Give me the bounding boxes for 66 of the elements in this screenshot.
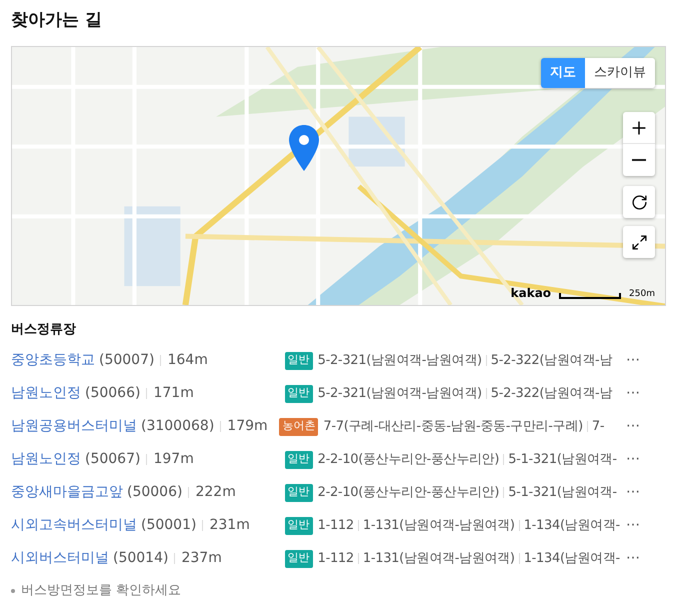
- refresh-icon: [630, 194, 648, 210]
- bus-type-badge: 일반: [284, 352, 313, 370]
- map-type-tab[interactable]: 스카이뷰: [585, 58, 655, 88]
- bus-type-badge: 일반: [284, 516, 313, 534]
- stop-code: (50067): [85, 450, 140, 469]
- more-button[interactable]: ⋯: [626, 383, 640, 404]
- more-button[interactable]: ⋯: [626, 515, 640, 536]
- stop-code: (50006): [127, 483, 182, 502]
- route-text: 5-1-321(남원여객-: [508, 484, 617, 502]
- bus-stop-link[interactable]: 중앙초등학교: [11, 350, 95, 371]
- stop-code: (3100068): [141, 417, 214, 436]
- more-button[interactable]: ⋯: [626, 449, 640, 470]
- route-text: 2-2-10(풍산누리안-풍산누리안): [318, 450, 500, 469]
- route-text: 1-134(남원여객-: [524, 550, 620, 568]
- stop-code: (50001): [141, 516, 196, 535]
- bus-stop-link[interactable]: 남원공용버스터미널: [11, 416, 137, 437]
- section-title: 버스정류장: [11, 321, 77, 339]
- more-button[interactable]: ⋯: [626, 350, 640, 371]
- route-text: 5-2-321(남원여객-남원여객): [318, 352, 482, 370]
- stop-code: (50066): [85, 384, 140, 403]
- bus-type-badge: 일반: [284, 550, 313, 568]
- fullscreen-button[interactable]: [623, 226, 655, 258]
- stop-distance: 171m: [153, 384, 194, 403]
- more-button[interactable]: ⋯: [626, 416, 640, 437]
- route-text: 7-: [592, 418, 604, 436]
- route-text: 5-2-322(남원여객-남: [490, 384, 612, 403]
- route-text: 1-112: [318, 516, 354, 535]
- map-pin-icon: [288, 125, 320, 171]
- route-text: 1-134(남원여객-: [524, 516, 620, 535]
- route-text: 2-2-10(풍산누리안-풍산누리안): [318, 484, 500, 502]
- stop-distance: 179m: [227, 417, 268, 436]
- scale-bar: [559, 293, 622, 299]
- map-view[interactable]: 지도 스카이뷰 kakao 250m: [11, 46, 666, 306]
- bus-stop-link[interactable]: 시외버스터미널: [11, 548, 109, 569]
- route-text: 5-2-322(남원여객-남: [490, 352, 612, 370]
- stop-distance: 164m: [167, 351, 208, 370]
- route-text: 1-131(남원여객-남원여객): [362, 550, 515, 568]
- bus-type-badge: 일반: [284, 384, 313, 402]
- bus-stop-link[interactable]: 시외고속버스터미널: [11, 515, 137, 536]
- bus-stop-link[interactable]: 중앙새마을금고앞: [11, 482, 123, 503]
- route-text: 5-2-321(남원여객-남원여객): [318, 384, 482, 403]
- bus-stop-link[interactable]: 남원노인정: [11, 449, 81, 470]
- bullet-icon: [11, 588, 15, 593]
- more-button[interactable]: ⋯: [626, 482, 640, 503]
- bus-type-badge: 일반: [284, 450, 313, 468]
- refresh-button[interactable]: [623, 186, 655, 218]
- bus-type-badge: 농어촌: [279, 418, 318, 436]
- route-text: 5-1-321(남원여객-: [508, 450, 617, 469]
- stop-code: (50014): [113, 549, 168, 568]
- bus-direction-note: 버스방면정보를 확인하세요: [21, 582, 182, 600]
- minus-icon: [632, 159, 646, 161]
- more-button[interactable]: ⋯: [626, 548, 640, 569]
- bus-type-badge: 일반: [284, 484, 313, 502]
- scale-label: 250m: [629, 290, 655, 299]
- stop-distance: 222m: [195, 483, 236, 502]
- expand-icon: [630, 234, 648, 250]
- route-text: 1-131(남원여객-남원여객): [362, 516, 515, 535]
- route-text: 1-112: [318, 550, 354, 568]
- route-text: 7-7(구례-대산리-중동-남원-중동-구만리-구례): [323, 418, 583, 436]
- stop-distance: 231m: [209, 516, 250, 535]
- stop-distance: 197m: [153, 450, 194, 469]
- map-logo: kakao: [510, 287, 552, 299]
- bus-stop-link[interactable]: 남원노인정: [11, 383, 81, 404]
- stop-distance: 237m: [181, 549, 222, 568]
- page-title: 찾아가는 길: [10, 9, 103, 32]
- stop-code: (50007): [99, 351, 154, 370]
